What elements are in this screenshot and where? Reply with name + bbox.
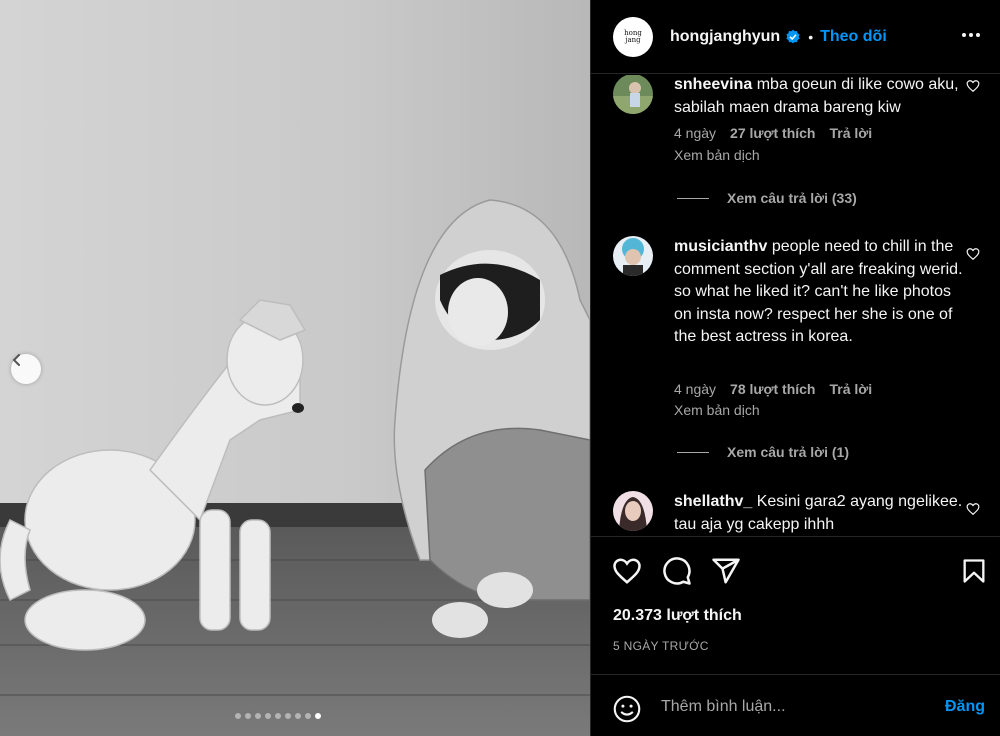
- heart-icon[interactable]: [966, 247, 980, 261]
- post-detail-panel: hong jang hongjanghyun • Theo dõi snheev…: [590, 0, 1000, 736]
- reply-button[interactable]: Trả lời: [829, 381, 872, 397]
- paper-plane-icon[interactable]: [711, 556, 741, 586]
- comment-like-count[interactable]: 78 lượt thích: [730, 381, 815, 397]
- comment-body: musicianthv people need to chill in the …: [674, 236, 964, 349]
- carousel-dot: [315, 713, 321, 719]
- comment-username[interactable]: musicianthv: [674, 238, 767, 255]
- replies-divider: [677, 451, 709, 453]
- avatar-photo: [613, 75, 653, 114]
- carousel-prev-button[interactable]: [11, 354, 41, 384]
- heart-icon[interactable]: [966, 502, 980, 516]
- chevron-left-icon: [12, 354, 20, 366]
- author-avatar[interactable]: hong jang: [613, 16, 653, 57]
- translate-link[interactable]: Xem bản dịch: [674, 147, 760, 163]
- verified-badge-icon: [786, 29, 800, 43]
- emoji-icon[interactable]: [613, 695, 641, 723]
- avatar-logo: hong jang: [624, 28, 642, 44]
- carousel-dot: [255, 713, 261, 719]
- comment-bubble-icon[interactable]: [662, 556, 692, 586]
- translate-link[interactable]: Xem bản dịch: [674, 402, 760, 418]
- comment-meta: 4 ngày 78 lượt thích Trả lời: [674, 381, 872, 397]
- commenter-avatar[interactable]: [613, 491, 653, 531]
- post-photo: [0, 0, 590, 736]
- view-replies-button[interactable]: Xem câu trả lời (1): [677, 444, 849, 460]
- heart-icon[interactable]: [966, 79, 980, 93]
- reply-button[interactable]: Trả lời: [829, 125, 872, 141]
- replies-divider: [677, 197, 709, 199]
- post-time[interactable]: 5 NGÀY TRƯỚC: [613, 639, 709, 653]
- like-count[interactable]: 20.373 lượt thích: [613, 607, 742, 625]
- comment-username[interactable]: shellathv_: [674, 493, 752, 510]
- comment-composer: Đăng: [591, 674, 1000, 736]
- commenter-avatar[interactable]: [613, 236, 653, 276]
- carousel-dot: [305, 713, 311, 719]
- carousel-dot: [265, 713, 271, 719]
- more-options-icon[interactable]: [961, 25, 981, 45]
- comment-meta: 4 ngày 27 lượt thích Trả lời: [674, 125, 872, 141]
- bookmark-icon[interactable]: [960, 556, 988, 586]
- commenter-avatar[interactable]: [613, 75, 653, 114]
- follow-button[interactable]: Theo dõi: [820, 28, 887, 46]
- comment-username[interactable]: snheevina: [674, 76, 752, 93]
- comment-like-count[interactable]: 27 lượt thích: [730, 125, 815, 141]
- post-actions: 20.373 lượt thích 5 NGÀY TRƯỚC: [591, 536, 1000, 666]
- author-username[interactable]: hongjanghyun: [670, 28, 780, 46]
- view-replies-label: Xem câu trả lời (33): [727, 190, 857, 206]
- comment-body: shellathv_ Kesini gara2 ayang ngelikee. …: [674, 491, 964, 536]
- avatar-photo: [613, 491, 653, 531]
- comment-age: 4 ngày: [674, 381, 717, 397]
- photo-illustration: [0, 0, 590, 736]
- header-separator: •: [808, 28, 814, 45]
- view-replies-button[interactable]: Xem câu trả lời (33): [677, 190, 857, 206]
- carousel-indicator: [235, 713, 321, 719]
- carousel-dot: [235, 713, 241, 719]
- carousel-dot: [275, 713, 281, 719]
- carousel-dot: [245, 713, 251, 719]
- carousel-dot: [285, 713, 291, 719]
- heart-icon[interactable]: [612, 556, 642, 586]
- avatar-photo: [613, 236, 653, 276]
- carousel-dot: [295, 713, 301, 719]
- view-replies-label: Xem câu trả lời (1): [727, 444, 849, 460]
- comment-body: snheevina mba goeun di like cowo aku, sa…: [674, 75, 964, 119]
- comment-input[interactable]: [661, 693, 931, 721]
- post-header: hong jang hongjanghyun • Theo dõi: [591, 0, 1000, 74]
- comments-list[interactable]: snheevina mba goeun di like cowo aku, sa…: [591, 75, 1000, 536]
- post-comment-button[interactable]: Đăng: [945, 698, 985, 716]
- comment-age: 4 ngày: [674, 125, 717, 141]
